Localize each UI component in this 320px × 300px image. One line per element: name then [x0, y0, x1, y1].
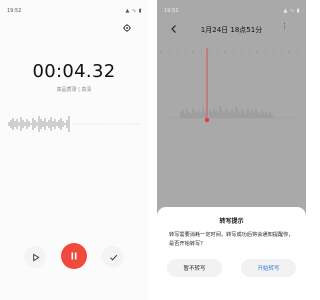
title-bar: 1月24日 18点51分 ⋮ [157, 18, 306, 42]
status-time: 19:52 [164, 8, 179, 14]
status-bar: 19:52 ▲ ∿ ▮ [0, 0, 148, 18]
play-icon [32, 253, 39, 261]
status-time: 19:52 [7, 8, 22, 14]
status-bar: 19:52 ▲ ∿ ▮ [157, 0, 306, 18]
play-button[interactable] [24, 246, 46, 268]
gear-icon[interactable] [123, 24, 131, 32]
dialog-message: 转写需要消耗一定时间，转写成功后将会通知提醒你，是否开始转写？ [169, 232, 294, 247]
recorder-screen: 19:52 ▲ ∿ ▮ 00:04.32 高品质录 | 高清 [0, 0, 148, 300]
playback-waveform [167, 106, 297, 119]
check-icon [109, 254, 117, 261]
transcribe-dialog: 转写提示 转写需要消耗一定时间，转写成功后将会通知提醒你，是否开始转写？ [157, 207, 306, 300]
more-options-icon[interactable]: ⋮ [281, 23, 288, 30]
start-transcribe-button[interactable]: 开始转写 [241, 259, 296, 277]
playback-screen: 19:52 ▲ ∿ ▮ 1月24日 18点51分 ⋮ 转写提示 转写需要消耗一定… [157, 0, 306, 300]
skip-transcribe-button[interactable]: 暂不转写 [167, 259, 222, 277]
recording-timer: 00:04.32 [32, 61, 116, 82]
status-icons: ▲ ∿ ▮ [125, 8, 142, 14]
dialog-title: 转写提示 [219, 218, 244, 225]
pause-icon [71, 252, 77, 260]
finish-button[interactable] [102, 246, 124, 268]
recording-waveform [8, 116, 140, 132]
status-icons: ▲ ∿ ▮ [283, 8, 300, 14]
recording-quality-label: 高品质录 | 高清 [56, 87, 92, 93]
pause-button[interactable] [61, 243, 87, 269]
